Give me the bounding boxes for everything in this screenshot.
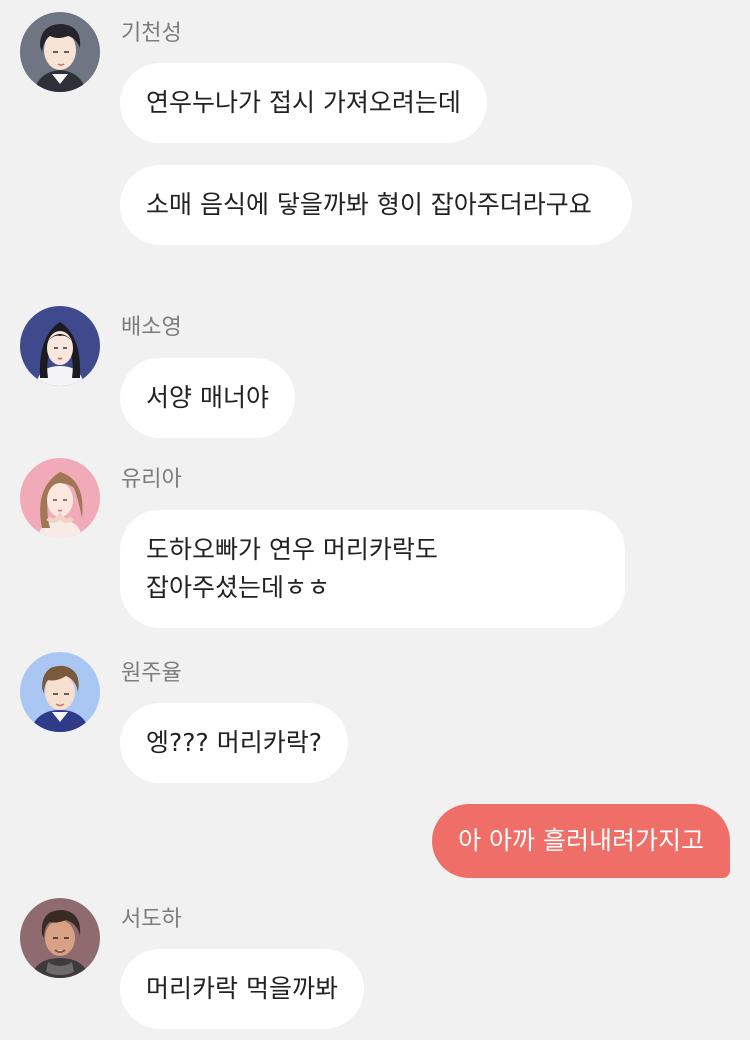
sender-name: 배소영 [121, 315, 182, 340]
sender-name: 서도하 [121, 907, 182, 932]
avatar-yuria[interactable] [20, 458, 100, 538]
avatar-baesoyoung[interactable] [20, 306, 100, 386]
avatar-kicheonseong[interactable] [20, 12, 100, 92]
avatar-seodoha[interactable] [20, 898, 100, 978]
message-bubble[interactable]: 머리카락 먹을까봐 [120, 949, 364, 1029]
my-message-bubble[interactable]: 아 아까 흘러내려가지고 [432, 804, 730, 878]
message-bubble[interactable]: 도하오빠가 연우 머리카락도 잡아주셨는데ㅎㅎ [120, 510, 625, 628]
message-bubble[interactable]: 서양 매너야 [120, 358, 295, 438]
message-bubble[interactable]: 소매 음식에 닿을까봐 형이 잡아주더라구요 [120, 165, 632, 245]
message-bubble[interactable]: 엥??? 머리카락? [120, 703, 349, 783]
sender-name: 원주율 [121, 661, 182, 686]
message-bubble[interactable]: 연우누나가 접시 가져오려는데 [120, 63, 487, 143]
chat-thread: 기천성 연우누나가 접시 가져오려는데 소매 음식에 닿을까봐 형이 잡아주더라… [0, 0, 750, 1040]
avatar-wonjuyul[interactable] [20, 652, 100, 732]
sender-name: 유리아 [121, 467, 182, 492]
sender-name: 기천성 [121, 21, 182, 46]
